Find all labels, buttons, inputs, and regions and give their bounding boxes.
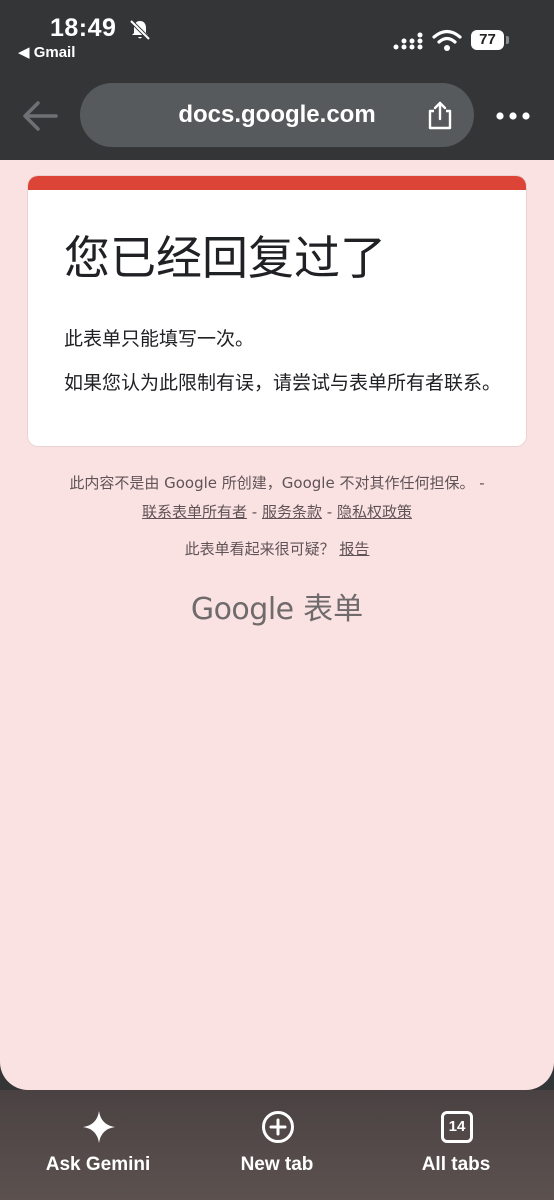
back-arrow-icon[interactable] <box>20 98 60 134</box>
signal-icon <box>393 32 423 50</box>
report-prompt: 此表单看起来很可疑？ <box>184 540 335 558</box>
battery-level: 77 <box>471 30 504 50</box>
all-tabs-button[interactable]: 14 All tabs <box>376 1110 536 1190</box>
bell-off-icon <box>129 19 151 41</box>
brand-forms: 表单 <box>303 592 364 627</box>
clock-time: 18:49 <box>50 14 117 42</box>
bottom-bar: Ask Gemini New tab 14 All tabs <box>0 1090 554 1200</box>
url-text[interactable]: docs.google.com <box>80 83 474 147</box>
contact-owner-notice: 如果您认为此限制有误，请尝试与表单所有者联系。 <box>64 372 502 394</box>
tab-count: 14 <box>448 1118 466 1135</box>
ask-gemini-label: Ask Gemini <box>45 1154 151 1175</box>
address-bar[interactable]: docs.google.com <box>80 83 474 147</box>
report-link[interactable]: 报告 <box>339 540 369 558</box>
plus-circle-icon <box>262 1111 294 1143</box>
disclaimer-text: 此内容不是由 Google 所创建，Google 不对其作任何担保。 - <box>69 474 485 492</box>
link-separator: - <box>247 503 262 521</box>
all-tabs-label: All tabs <box>421 1154 491 1175</box>
google-disclaimer: 此内容不是由 Google 所创建，Google 不对其作任何担保。 - 联系表… <box>30 469 524 527</box>
battery-tip <box>506 36 509 44</box>
tab-count-icon: 14 <box>441 1111 473 1143</box>
battery-indicator: 77 <box>471 30 509 50</box>
new-tab-label: New tab <box>240 1154 314 1175</box>
sparkle-icon <box>83 1111 115 1143</box>
wifi-icon <box>432 29 462 51</box>
browser-toolbar: docs.google.com <box>0 70 554 160</box>
back-to-app-link[interactable]: ◀ Gmail <box>18 43 75 61</box>
page-content: 您已经回复过了 此表单只能填写一次。 如果您认为此限制有误，请尝试与表单所有者联… <box>0 160 554 1090</box>
more-options-icon[interactable] <box>494 106 534 126</box>
link-separator: - <box>322 503 337 521</box>
ask-gemini-button[interactable]: Ask Gemini <box>18 1110 178 1190</box>
terms-link[interactable]: 服务条款 <box>262 503 322 521</box>
share-icon[interactable] <box>426 101 454 131</box>
page-title: 您已经回复过了 <box>64 231 386 285</box>
new-tab-button[interactable]: New tab <box>197 1110 357 1190</box>
single-response-notice: 此表单只能填写一次。 <box>64 328 255 350</box>
status-bar: 18:49 ◀ Gmail 77 <box>0 0 554 70</box>
response-card: 您已经回复过了 此表单只能填写一次。 如果您认为此限制有误，请尝试与表单所有者联… <box>28 176 526 446</box>
brand-google: Google <box>190 592 294 627</box>
contact-owner-link[interactable]: 联系表单所有者 <box>142 503 247 521</box>
privacy-link[interactable]: 隐私权政策 <box>337 503 412 521</box>
report-line: 此表单看起来很可疑？ 报告 <box>0 537 554 561</box>
card-accent-bar <box>28 176 526 190</box>
google-forms-logo: Google 表单 <box>0 588 554 632</box>
